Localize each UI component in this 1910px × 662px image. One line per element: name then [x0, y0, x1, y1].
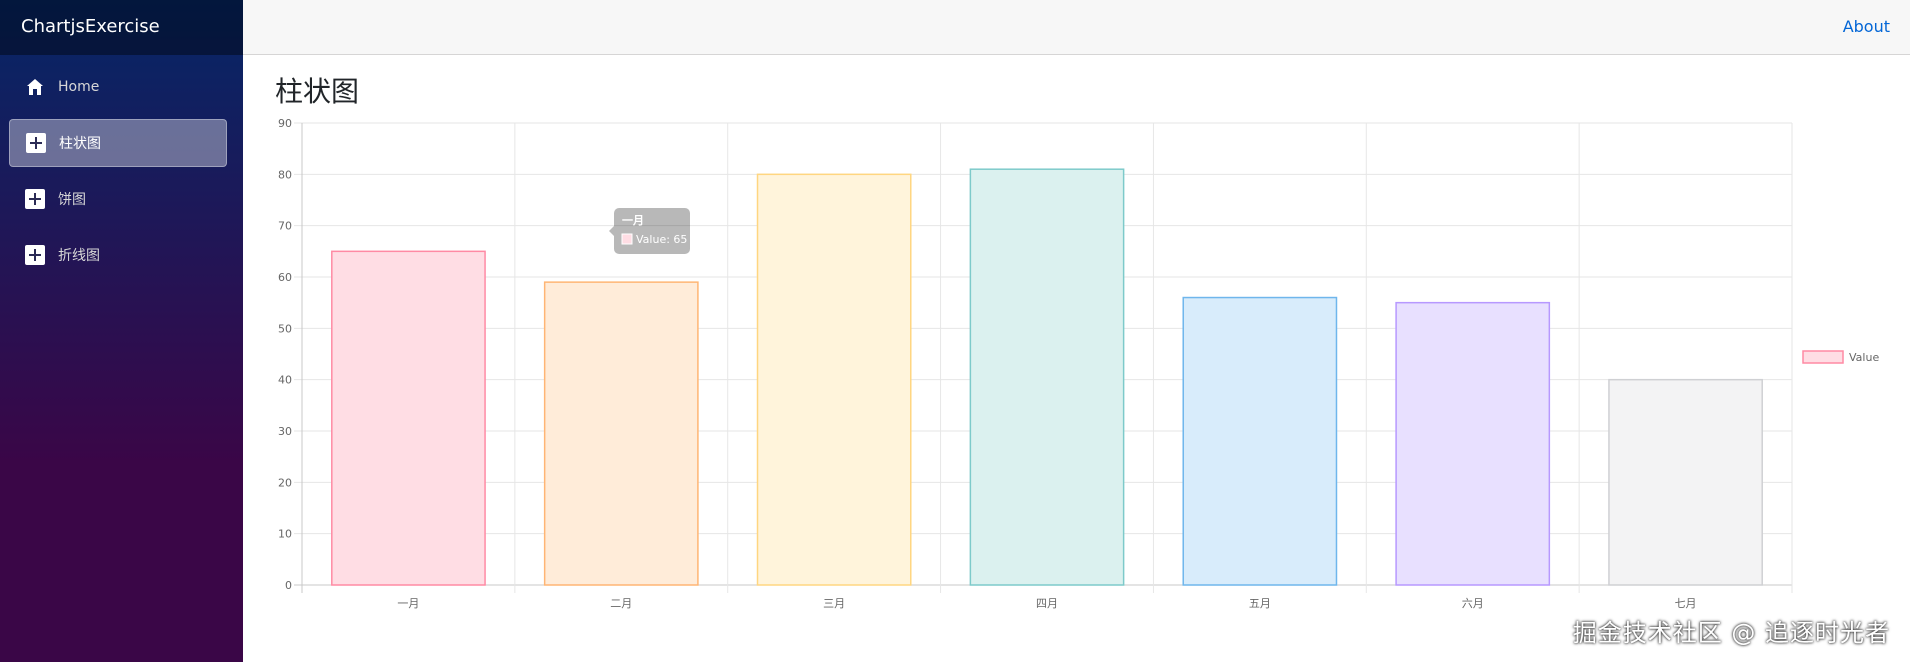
sidebar-item-label: 柱状图 [59, 136, 101, 152]
x-tick-label: 一月 [397, 597, 419, 610]
sidebar-item-bar-chart[interactable]: 柱状图 [9, 119, 227, 167]
legend-label: Value [1849, 351, 1879, 364]
bar [969, 168, 1125, 586]
tooltip-title: 一月 [622, 214, 644, 227]
legend-swatch [1802, 350, 1844, 364]
bar-chart: 0 10 20 30 40 50 60 70 80 90 一月 二月 三月 四月 五月 六月 七月 Value 一月… [243, 110, 1910, 662]
y-tick-label: 60 [278, 271, 292, 284]
sidebar-item-label: 饼图 [58, 192, 86, 208]
watermark: 掘金技术社区 @ 追逐时光者 [1572, 619, 1890, 647]
sidebar: ChartjsExercise Home 柱状图 饼图 折线图 [0, 0, 243, 662]
y-tick-label: 90 [278, 117, 292, 130]
sidebar-item-line-chart[interactable]: 折线图 [9, 231, 227, 279]
tooltip-label: Value: 65 [636, 233, 687, 246]
page-title: 柱状图 [275, 75, 360, 108]
bar [1182, 296, 1338, 586]
y-tick-label: 40 [278, 374, 292, 387]
about-link[interactable]: About [1843, 17, 1890, 36]
y-tick-label: 10 [278, 528, 292, 541]
x-tick-label: 三月 [823, 597, 845, 610]
y-tick-label: 20 [278, 476, 292, 489]
bar [331, 250, 486, 586]
top-bar: About [243, 0, 1910, 55]
y-tick-label: 50 [278, 322, 292, 335]
x-tick-label: 二月 [610, 597, 632, 610]
x-tick-label: 六月 [1462, 597, 1484, 610]
home-icon [25, 77, 45, 97]
y-tick-label: 30 [278, 425, 292, 438]
bar [1395, 301, 1551, 586]
bar [756, 173, 912, 586]
y-tick-label: 0 [285, 579, 292, 592]
plus-square-icon [25, 245, 45, 265]
app-brand[interactable]: ChartjsExercise [0, 0, 243, 55]
bar [543, 281, 699, 586]
x-tick-label: 七月 [1675, 597, 1697, 610]
y-tick-label: 70 [278, 220, 292, 233]
sidebar-nav: Home 柱状图 饼图 折线图 [0, 55, 243, 279]
bar [1608, 378, 1763, 586]
x-tick-label: 四月 [1036, 597, 1058, 610]
plus-square-icon [26, 133, 46, 153]
x-tick-label: 五月 [1249, 597, 1271, 610]
sidebar-item-pie-chart[interactable]: 饼图 [9, 175, 227, 223]
sidebar-item-label: 折线图 [58, 248, 100, 264]
tooltip-swatch [621, 233, 633, 245]
sidebar-item-home[interactable]: Home [9, 63, 227, 111]
y-tick-label: 80 [278, 168, 292, 181]
chart-tooltip: 一月 Value: 65 [609, 208, 690, 254]
plus-square-icon [25, 189, 45, 209]
chart-canvas[interactable]: 0102030405060708090一月 二月 三月 四月 五月 六月 七月Value一月… [243, 110, 1910, 630]
sidebar-item-label: Home [58, 79, 100, 95]
